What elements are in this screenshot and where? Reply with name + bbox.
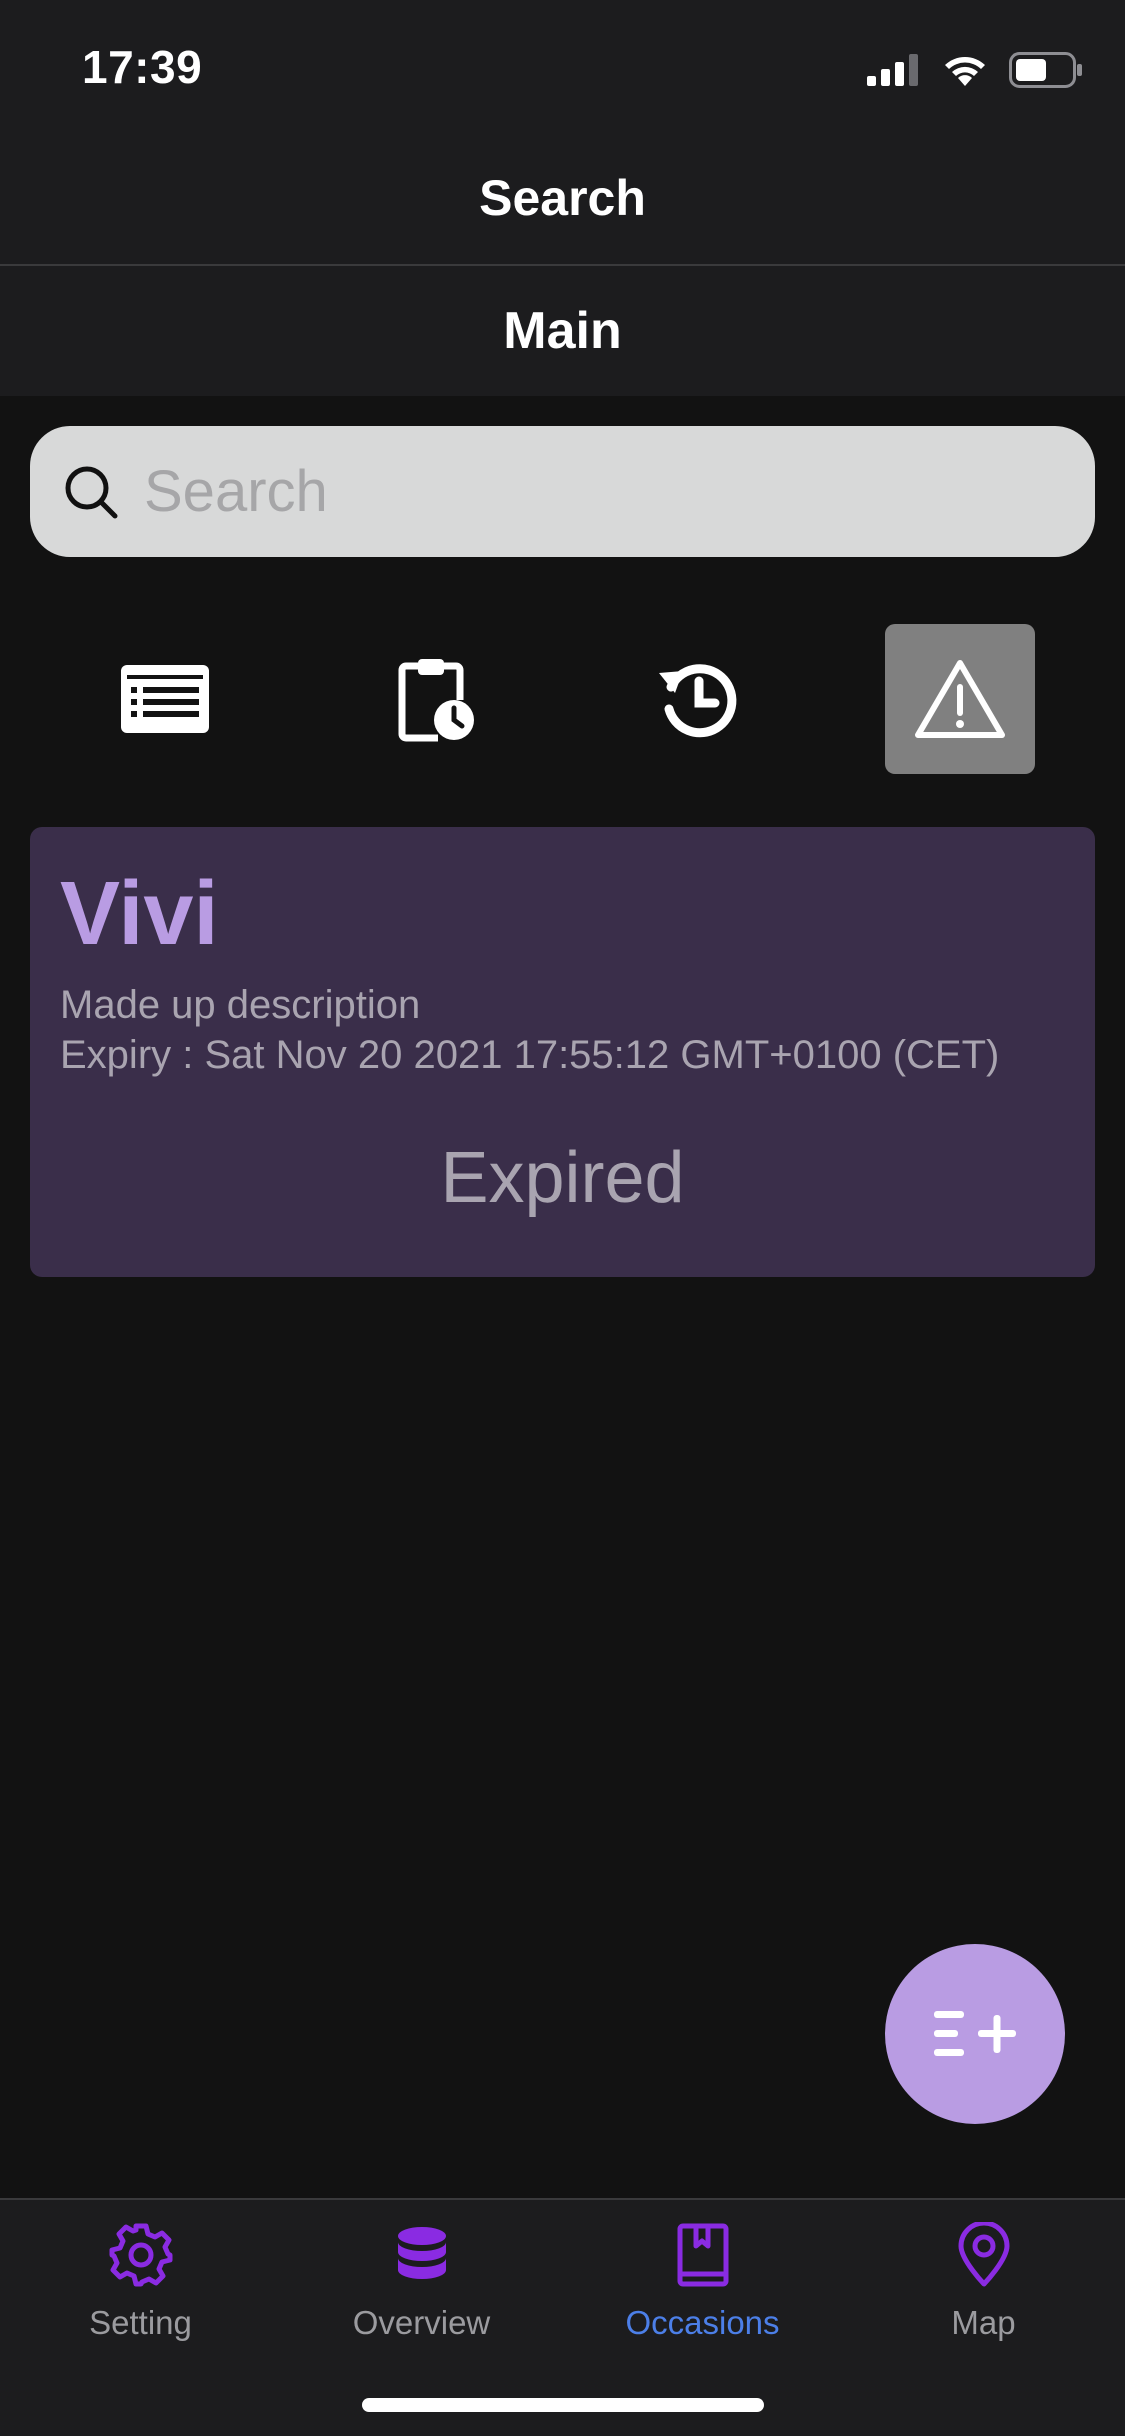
filter-list-button[interactable]	[90, 624, 240, 774]
database-icon	[397, 2227, 446, 2279]
nav-header: Search	[0, 132, 1125, 266]
tab-overview[interactable]: Overview	[281, 2222, 562, 2362]
occasion-card[interactable]: Vivi Made up description Expiry : Sat No…	[30, 827, 1095, 1277]
filter-expired-button[interactable]	[885, 624, 1035, 774]
search-icon	[65, 466, 118, 518]
battery-icon	[1009, 52, 1082, 88]
tab-label-map: Map	[951, 2304, 1016, 2341]
wifi-icon	[945, 57, 985, 86]
tab-setting[interactable]: Setting	[0, 2222, 281, 2362]
home-indicator[interactable]	[362, 2398, 764, 2412]
page-title: Search	[479, 170, 646, 226]
signal-icon	[867, 54, 918, 86]
tab-occasions[interactable]: Occasions	[562, 2222, 843, 2362]
occasion-expiry: Expiry : Sat Nov 20 2021 17:55:12 GMT+01…	[60, 1033, 1000, 1077]
search-bar[interactable]	[30, 426, 1095, 557]
screen: 17:39 Search Main Search Vivi Made up de…	[0, 0, 1125, 2436]
filter-row	[0, 624, 1125, 774]
clipboard-clock-icon	[398, 659, 474, 742]
tab-label-overview: Overview	[352, 2304, 491, 2341]
history-icon	[659, 664, 737, 738]
tab-label-setting: Setting	[89, 2304, 192, 2341]
map-pin-icon	[958, 2222, 1009, 2287]
warning-icon	[915, 660, 1005, 738]
add-occasion-button[interactable]	[885, 1944, 1065, 2124]
tab-label-occasions: Occasions	[625, 2304, 780, 2341]
list-icon	[121, 665, 209, 733]
gear-icon	[109, 2223, 172, 2287]
book-icon	[677, 2223, 728, 2287]
add-list-icon	[934, 2011, 1016, 2056]
status-time: 17:39	[82, 41, 203, 93]
sub-header: Main	[0, 266, 1125, 396]
status-icons	[867, 48, 1083, 92]
status-bar: 17:39	[0, 0, 1125, 132]
section-title: Main	[503, 302, 622, 360]
occasion-description: Made up description	[60, 983, 421, 1027]
occasion-status: Expired	[440, 1138, 685, 1218]
filter-scheduled-button[interactable]	[361, 624, 511, 774]
occasion-name: Vivi	[60, 864, 219, 964]
tab-map[interactable]: Map	[843, 2222, 1124, 2362]
filter-history-button[interactable]	[622, 624, 772, 774]
search-input[interactable]	[142, 457, 1046, 526]
